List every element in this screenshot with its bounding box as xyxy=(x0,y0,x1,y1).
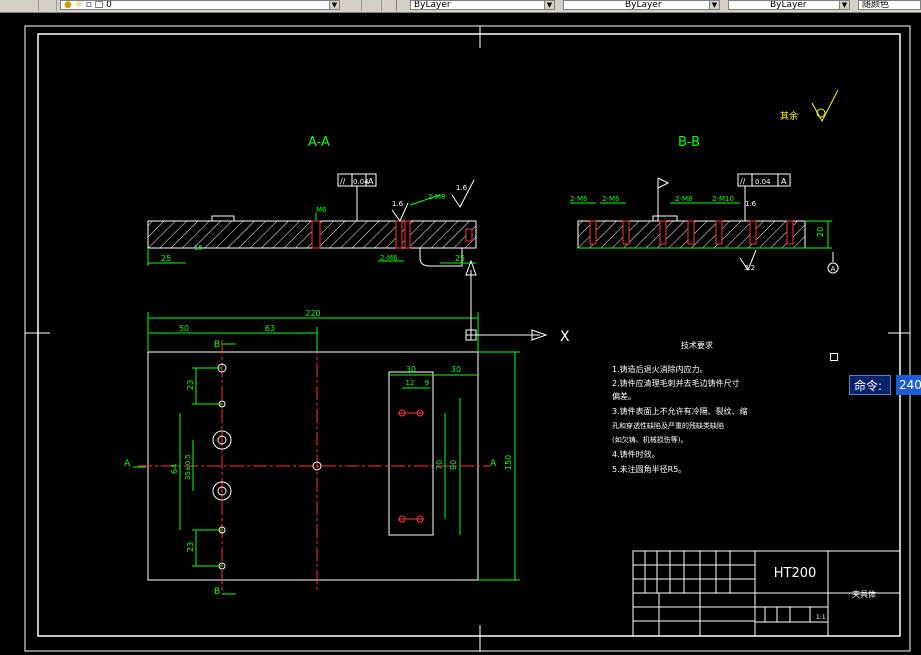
tech-req-line: 5.未注圆角半径R5。 xyxy=(612,464,686,474)
tech-req-line: 4.铸件时效。 xyxy=(612,449,660,459)
roughness-symbol-icon xyxy=(811,89,839,123)
command-prompt-label: 命令: xyxy=(849,375,891,395)
layer-state-button[interactable] xyxy=(40,0,57,11)
flatness-datum: A xyxy=(368,177,374,186)
lock-icon: ▫ xyxy=(85,0,92,10)
color-combo[interactable]: ByLayer ▼ xyxy=(410,0,555,10)
title-block-scale: 1:1 xyxy=(816,614,826,621)
color-swatch-icon: □ xyxy=(94,0,104,10)
sun-icon: ☼ xyxy=(74,0,83,10)
technical-requirements: 技术要求 1.铸造后退火消除内应力。 2.铸件应清理毛刺并去毛边铸件尺寸 偏差。… xyxy=(612,340,748,474)
dim-150: 150 xyxy=(504,455,513,470)
dim-64: 64 xyxy=(170,464,179,474)
tech-req-line: 孔和穿透性缺陷及严重的残缺类缺陷 xyxy=(612,421,724,430)
bb-2m6-a: 2-M6 xyxy=(570,195,588,203)
lightbulb-icon: ● xyxy=(64,0,72,10)
bb-ra-32: 3.2 xyxy=(744,264,755,272)
color-combo-value: ByLayer xyxy=(414,0,451,10)
dim-23b: 23 xyxy=(186,542,195,552)
dim-aa-25-left: 25 xyxy=(161,254,171,263)
lineweight-combo[interactable]: ByLayer ▼ xyxy=(728,0,850,10)
tech-req-line: 3.铸件表面上不允许有冷隔、裂纹、缩 xyxy=(612,406,748,416)
dim-9: 9 xyxy=(425,379,429,387)
section-aa-view: 25 25 2-M6 M6 2-M8 // 0.04 A 1.6 1.6 15 xyxy=(147,173,477,267)
section-mark-b-bottom: B xyxy=(214,587,220,597)
chevron-down-icon[interactable]: ▼ xyxy=(329,1,339,9)
tech-req-title: 技术要求 xyxy=(681,340,713,350)
tech-req-line: 偏差。 xyxy=(612,391,636,401)
datum-a-circle-label: A xyxy=(831,265,836,273)
flatness-value: 0.04 xyxy=(353,178,369,186)
layer-manager-button[interactable] xyxy=(18,0,39,11)
tech-req-line: 2.铸件应清理毛刺并去毛边铸件尺寸 xyxy=(612,378,740,388)
chevron-down-icon[interactable]: ▼ xyxy=(839,1,849,9)
aa-ra-16: 1.6 xyxy=(392,200,404,208)
dim-35: 35±0.5 xyxy=(184,454,192,480)
dim-70: 70 xyxy=(435,460,444,470)
layer-previous-button[interactable] xyxy=(363,0,382,11)
section-mark-b-top: B xyxy=(214,340,220,350)
title-block-material: HT200 xyxy=(774,566,817,581)
command-input[interactable]: 240 xyxy=(896,375,921,395)
bb-flatness-value: 0.04 xyxy=(755,178,771,186)
dim-50: 50 xyxy=(179,324,189,333)
aa-m6-top: M6 xyxy=(316,206,327,214)
aa-2m6-bottom: 2-M6 xyxy=(380,254,398,262)
chevron-down-icon[interactable]: ▼ xyxy=(709,1,719,9)
linetype-combo[interactable]: ByLayer ▼ xyxy=(563,0,720,10)
aa-15: 15 xyxy=(194,244,203,252)
bb-flatness-symbol: // xyxy=(740,177,746,186)
dim-90: 90 xyxy=(449,460,458,470)
dim-30b: 30 xyxy=(451,365,461,374)
lineweight-combo-value: ByLayer xyxy=(770,0,807,10)
aa-ra-16b: 1.6 xyxy=(456,184,468,192)
linetype-combo-value: ByLayer xyxy=(625,0,662,10)
aa-2m8: 2-M8 xyxy=(428,193,445,201)
plotstyle-combo[interactable]: 随颜色 xyxy=(858,0,921,10)
section-mark-a-left: A xyxy=(124,459,131,469)
section-mark-a-right: A xyxy=(490,459,497,469)
roughness-note: 其余 xyxy=(780,110,798,122)
drawing-canvas[interactable]: A-A B-B 其余 25 25 2-M6 M6 2-M8 // 0.04 A … xyxy=(0,12,921,655)
bb-2m8: 2-M8 xyxy=(675,195,692,203)
bb-ra-16: 1.6 xyxy=(745,200,757,208)
tech-req-line: (如欠铸、机械损伤等)。 xyxy=(612,435,687,444)
dim-63: 63 xyxy=(265,324,275,333)
ucs-x-label: X xyxy=(560,329,570,345)
section-aa-title: A-A xyxy=(308,135,330,150)
plan-view: 220 50 63 30 30 12 9 70 90 150 23 23 64 … xyxy=(124,309,520,597)
layer-combo-value: 0 xyxy=(106,0,112,10)
flatness-symbol: // xyxy=(340,177,346,186)
layer-combo[interactable]: ● ☼ ▫ □ 0 ▼ xyxy=(60,0,340,10)
dim-aa-25-right: 25 xyxy=(455,254,465,263)
sheet-outer-border xyxy=(24,25,911,652)
dim-12: 12 xyxy=(406,379,415,387)
make-current-layer-button[interactable] xyxy=(343,0,362,11)
dim-220: 220 xyxy=(305,309,320,318)
pickbox-icon xyxy=(830,353,838,361)
tech-req-line: 1.铸造后退火消除内应力。 xyxy=(612,364,708,374)
dim-30a: 30 xyxy=(406,365,416,374)
bb-flatness-datum: A xyxy=(781,177,787,186)
centering-marks xyxy=(25,26,910,651)
title-block-part-name: 夹具体 xyxy=(852,589,876,599)
bb-2m6-b: 2-M6 xyxy=(602,195,620,203)
dim-23a: 23 xyxy=(186,380,195,390)
section-bb-view: 2-M6 2-M6 2-M8 2-M10 // 0.04 A 20 A 3.2 … xyxy=(570,173,839,274)
bb-2m10: 2-M10 xyxy=(712,195,734,203)
plotstyle-combo-value: 随颜色 xyxy=(862,0,890,10)
bb-dim-20: 20 xyxy=(816,227,825,237)
chevron-down-icon[interactable]: ▼ xyxy=(544,1,554,9)
section-bb-title: B-B xyxy=(678,135,700,150)
